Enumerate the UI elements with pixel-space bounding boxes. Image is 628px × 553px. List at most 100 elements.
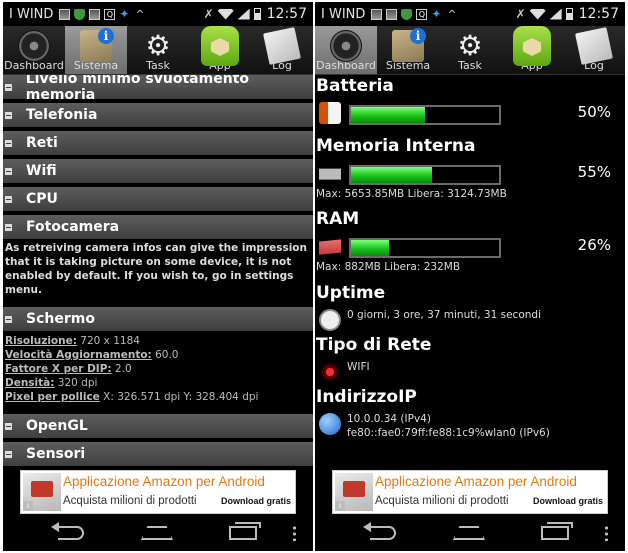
battery-heading: Batteria [316,76,394,96]
dashboard-panel: Batteria 50% Memoria Interna 55% Max: 56… [315,75,625,439]
internal-memory-percent: 55% [577,163,611,181]
ad-title: Applicazione Amazon per Android [375,474,577,489]
tab-app[interactable]: App [189,26,251,74]
stopwatch-icon [319,309,341,331]
collapse-icon [5,315,12,323]
network-type-row: WIFI [315,356,625,386]
picture-notification-icon [89,8,101,20]
ad-title: Applicazione Amazon per Android [63,474,265,489]
tab-dashboard[interactable]: Dashboard [3,26,65,74]
gear-icon: ⚙ [145,29,171,62]
bird-notification-icon: ✦ [119,6,130,21]
ipv6-value: fe80::fae0:79ff:fe88:1c9%wlan0 (IPv6) [347,427,550,439]
phone-screen-dashboard: I WIND Q ✦ ^ ✗ 12:57 Dashboard Sistema ⚙… [315,2,625,551]
prop-resolution: Risoluzione: 720 x 1184 [5,335,140,347]
uptime-value: 0 giorni, 3 ore, 37 minuti, 31 secondi [347,309,541,321]
ram-fill [351,240,390,256]
ad-download-link[interactable]: Download gratis [533,496,603,506]
section-schermo[interactable]: Schermo [3,307,313,331]
shield-notification-icon [401,8,413,20]
system-info-list[interactable]: Livello minimo svuotamento memoria Telef… [3,75,313,475]
amazon-ad-banner[interactable]: Applicazione Amazon per Android Acquista… [332,470,608,514]
ad-subtitle: Acquista milioni di prodotti [375,495,509,507]
caret-up-icon: ^ [135,7,145,21]
section-wifi[interactable]: Wifi [3,159,313,183]
tab-bar: Dashboard Sistema ⚙ Task App Log [3,26,313,75]
amazon-ad-banner[interactable]: Applicazione Amazon per Android Acquista… [20,470,296,514]
home-icon[interactable] [141,526,173,540]
section-title: OpenGL [26,418,88,434]
collapse-icon [5,223,12,231]
internal-memory-heading: Memoria Interna [316,136,476,156]
bird-notification-icon: ✦ [431,6,442,21]
android-app-icon [513,26,551,66]
tab-task[interactable]: ⚙ Task [439,26,501,74]
prop-dip-factor: Fattore X per DIP: 2.0 [5,363,132,375]
section-fotocamera[interactable]: Fotocamera [3,215,313,239]
ram-detail: Max: 882MB Libera: 232MB [316,261,461,273]
overflow-menu-icon[interactable] [293,525,296,541]
nav-bar [315,517,625,551]
status-bar: I WIND Q ✦ ^ ✗ 12:57 [3,2,313,26]
system-info-icon [80,28,114,62]
back-icon[interactable] [363,522,396,540]
ad-download-link[interactable]: Download gratis [221,496,291,506]
section-opengl[interactable]: OpenGL [3,414,313,438]
tab-bar: Dashboard Sistema ⚙ Task App Log [315,26,625,75]
expand-icon [5,167,12,175]
prop-refresh-rate: Velocità Aggiornamento: 60.0 [5,349,179,361]
camera-note: As retreiving camera infos can give the … [5,242,307,296]
tab-log[interactable]: Log [251,26,313,74]
expand-icon [5,195,12,203]
tab-task[interactable]: ⚙ Task [127,26,189,74]
ad-info-icon[interactable]: i [23,501,33,511]
ram-heading: RAM [316,209,360,229]
section-reti[interactable]: Reti [3,131,313,155]
cell-signal-icon [237,8,250,20]
phone-screen-sistema: I WIND Q ✦ ^ ✗ 12:57 Dashboard Sistema ⚙… [3,2,313,551]
cell-signal-icon [549,8,562,20]
uptime-row: 0 giorni, 3 ore, 37 minuti, 31 secondi [315,304,625,334]
ram-progress-bar [349,238,501,258]
memory-chip-icon [319,168,341,180]
app-notification-icon: Q [104,8,116,20]
internal-memory-row: 55% [315,157,625,187]
section-sensori[interactable]: Sensori [3,442,313,466]
section-title: Fotocamera [26,219,120,235]
tab-dashboard[interactable]: Dashboard [315,26,377,74]
section-memory-trim[interactable]: Livello minimo svuotamento memoria [3,75,313,103]
globe-network-icon [319,413,341,435]
image-notification-icon [59,8,71,20]
internal-memory-detail: Max: 5653.85MB Libera: 3124.73MB [316,188,507,200]
recent-apps-icon[interactable] [541,522,573,540]
battery-level-icon [319,102,341,124]
log-paper-icon [575,27,613,65]
android-app-icon [201,26,239,66]
tab-log[interactable]: Log [563,26,625,74]
internal-memory-progress-bar [349,165,501,185]
carrier-label: I WIND [321,6,366,22]
section-title: CPU [26,191,58,207]
caret-up-icon: ^ [447,7,457,21]
back-icon[interactable] [51,522,84,540]
section-title: Telefonia [26,107,98,123]
tab-app[interactable]: App [501,26,563,74]
battery-percent: 50% [577,103,611,121]
nav-bar [3,517,313,551]
battery-icon [565,8,573,20]
antenna-signal-icon [319,361,341,383]
clock: 12:57 [266,6,307,22]
prop-density: Densità: 320 dpi [5,377,98,389]
internal-memory-fill [351,167,433,183]
system-info-icon [392,28,426,62]
recent-apps-icon[interactable] [229,522,261,540]
overflow-menu-icon[interactable] [605,525,608,541]
ad-info-icon[interactable]: i [335,501,345,511]
home-icon[interactable] [453,526,485,540]
section-telefonia[interactable]: Telefonia [3,103,313,127]
section-cpu[interactable]: CPU [3,187,313,211]
tab-sistema[interactable]: Sistema [65,26,127,74]
battery-icon [253,8,261,20]
tab-sistema[interactable]: Sistema [377,26,439,74]
ram-stick-icon [319,239,341,255]
